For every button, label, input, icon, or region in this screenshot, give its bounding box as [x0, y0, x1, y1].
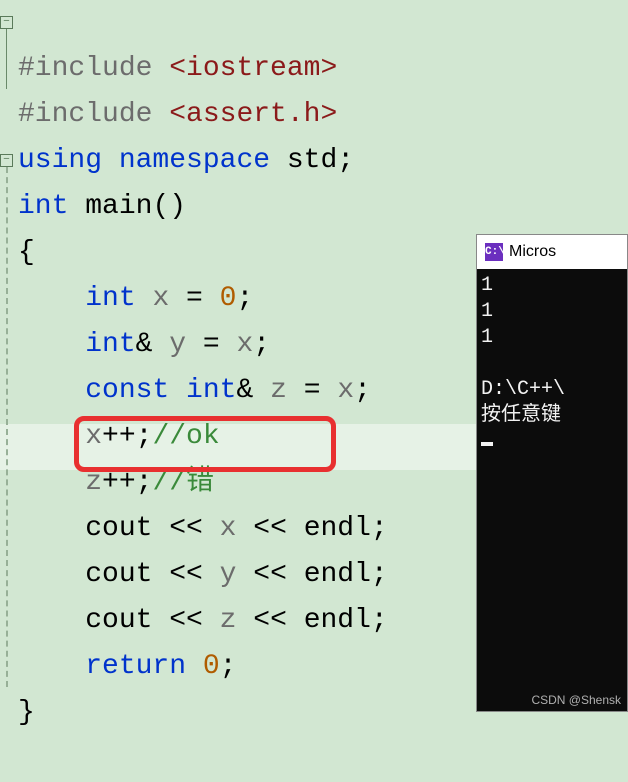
console-window: C:\ Micros 1 1 1 D:\C++\ 按任意键 CSDN @Shen… [476, 234, 628, 712]
console-icon: C:\ [485, 243, 503, 261]
fold-line [6, 29, 7, 89]
code-line: using namespace std; [18, 145, 354, 176]
console-cursor [481, 442, 493, 446]
watermark: CSDN @Shensk [531, 693, 621, 707]
fold-toggle-icon[interactable]: − [0, 16, 13, 29]
console-titlebar[interactable]: C:\ Micros [477, 235, 627, 269]
code-line: const int& z = x; [18, 375, 371, 406]
annotation-box [74, 416, 336, 472]
code-line: int main() [18, 191, 186, 222]
code-line: { [18, 237, 35, 268]
gutter: − − [0, 0, 16, 735]
code-line: cout << y << endl; [18, 559, 388, 590]
code-line: #include <iostream> [18, 53, 337, 84]
code-line: int& y = x; [18, 329, 270, 360]
console-title: Micros [509, 243, 556, 261]
fold-toggle-icon[interactable]: − [0, 154, 13, 167]
console-output: 1 1 1 D:\C++\ 按任意键 [477, 269, 627, 459]
code-line: } [18, 697, 35, 728]
fold-line [6, 167, 8, 687]
code-line: return 0; [18, 651, 236, 682]
code-line: cout << x << endl; [18, 513, 388, 544]
code-line: #include <assert.h> [18, 99, 337, 130]
code-line: int x = 0; [18, 283, 253, 314]
code-line: cout << z << endl; [18, 605, 388, 636]
code-area[interactable]: #include <iostream> #include <assert.h> … [18, 0, 388, 782]
